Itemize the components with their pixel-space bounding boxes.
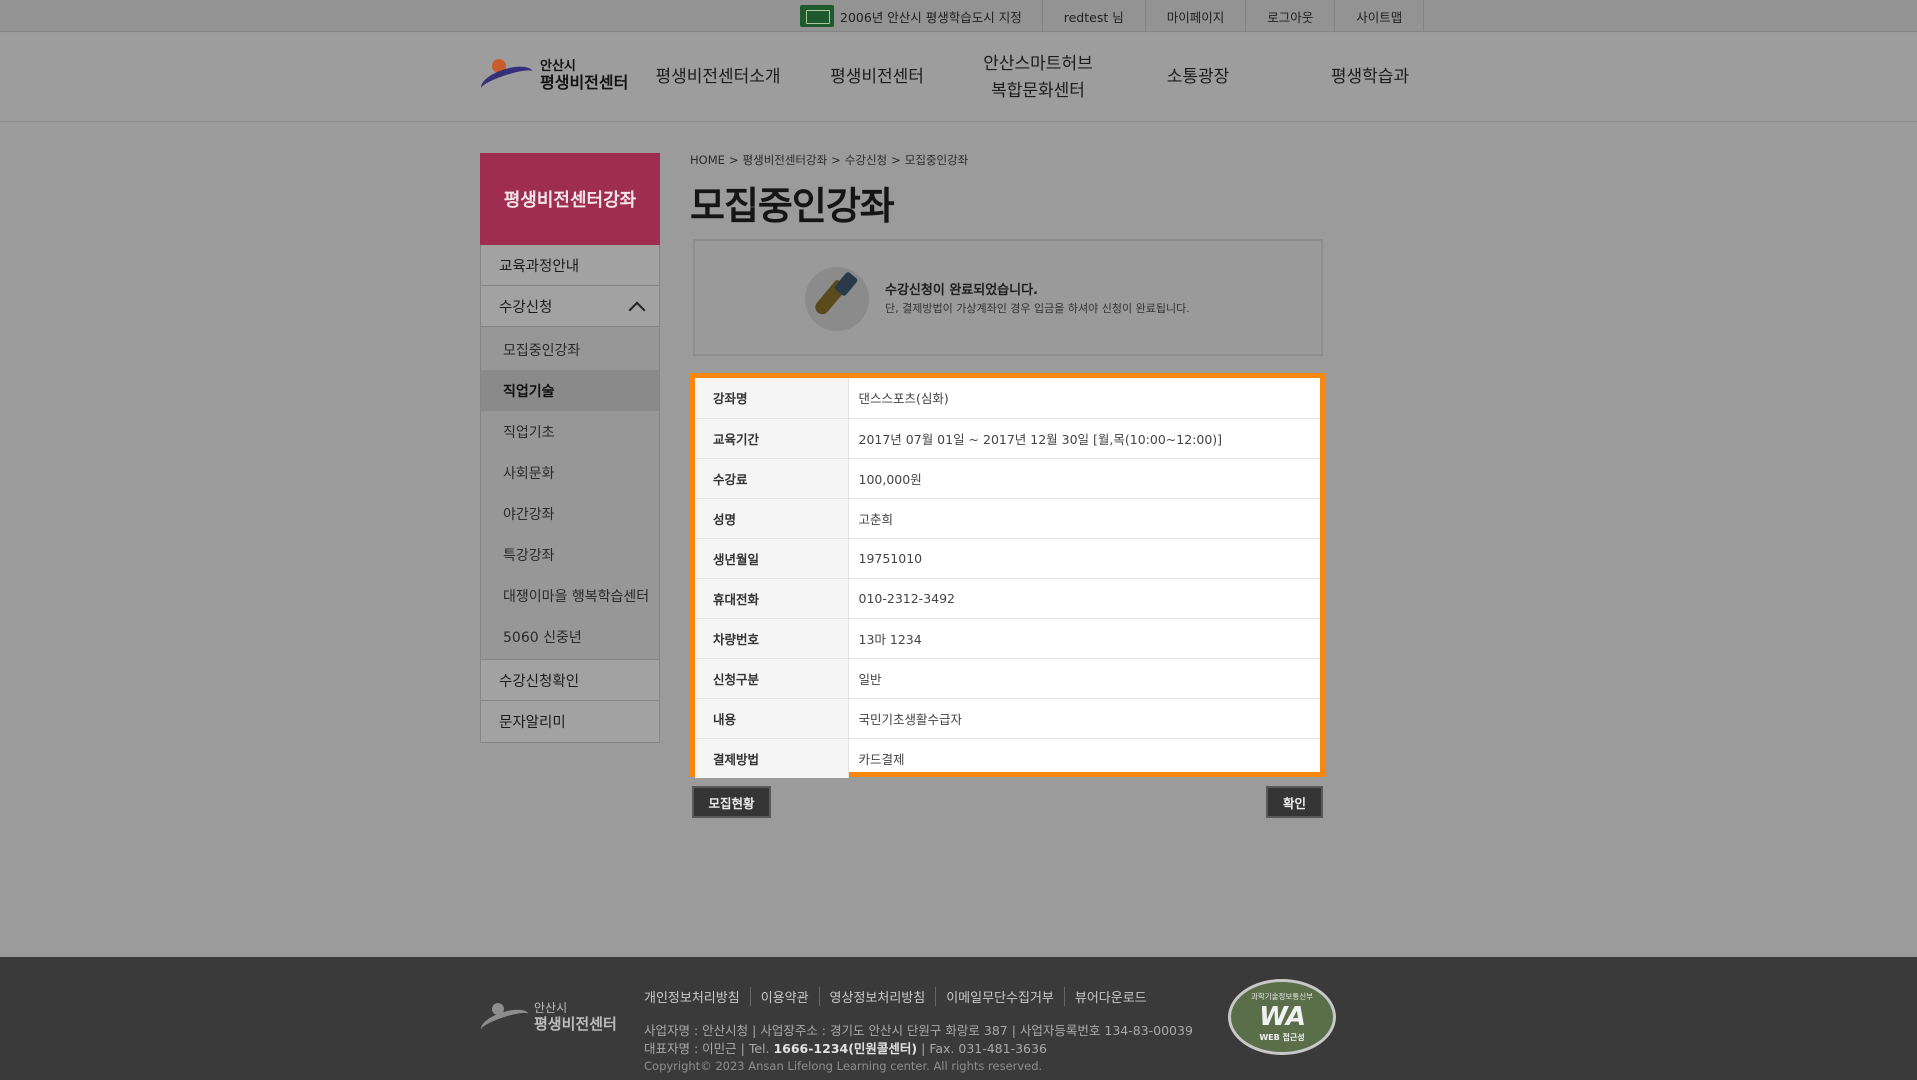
cctv-policy-link[interactable]: 영상정보처리방침 <box>818 987 936 1006</box>
sidebar-sub-recruiting[interactable]: 모집중인강좌 <box>481 329 659 370</box>
learning-city-text: 2006년 안산시 평생학습도시 지정 <box>840 9 1022 25</box>
web-accessibility-mark-icon: 과학기술정보통신부 WA WEB 접근성 <box>1228 979 1336 1055</box>
top-utility-bar: 2006년 안산시 평생학습도시 지정 redtest 님 마이페이지 로그아웃… <box>0 0 1917 32</box>
footer-tel: 1666-1234(민원콜센터) <box>773 1041 918 1057</box>
gnb-smarthub[interactable]: 안산스마트허브 복합문화센터 <box>970 33 1106 122</box>
breadcrumb-current: 모집중인강좌 <box>904 153 969 167</box>
footer-contact: 대표자명 : 이민근 | Tel. 1666-1234(민원콜센터) | Fax… <box>644 1041 1047 1057</box>
sidebar-sub-special[interactable]: 특강강좌 <box>481 534 659 575</box>
gnb-lifelong-dept[interactable]: 평생학습과 <box>1310 33 1430 122</box>
email-refusal-link[interactable]: 이메일무단수집거부 <box>935 987 1064 1006</box>
sidebar-menu: 교육과정안내 수강신청 모집중인강좌 직업기술 직업기초 사회문화 야간강좌 특… <box>480 245 660 743</box>
sidebar-item-label: 수강신청 <box>499 299 553 316</box>
flag-icon <box>800 5 834 27</box>
table-row: 결제방법 카드결제 <box>695 738 1320 778</box>
sidebar-sub-job-basics[interactable]: 직업기초 <box>481 411 659 452</box>
footer-info: 사업자명 : 안산시청 | 사업장주소 : 경기도 안산시 단원구 화랑로 38… <box>644 1022 1193 1075</box>
recruit-status-button[interactable]: 모집현황 <box>692 786 771 818</box>
table-row: 내용 국민기초생활수급자 <box>695 698 1320 738</box>
sidebar-item-registration[interactable]: 수강신청 <box>481 286 659 327</box>
table-row: 휴대전화 010-2312-3492 <box>695 578 1320 618</box>
footer-links: 개인정보처리방침 이용약관 영상정보처리방침 이메일무단수집거부 뷰어다운로드 <box>644 987 1157 1006</box>
footer-logo: 안산시 평생비전센터 <box>478 999 617 1040</box>
learning-city-badge: 2006년 안산시 평생학습도시 지정 <box>800 5 1042 27</box>
user-greeting: redtest 님 <box>1041 0 1145 32</box>
terms-link[interactable]: 이용약관 <box>749 987 819 1006</box>
privacy-policy-link[interactable]: 개인정보처리방침 <box>644 987 750 1006</box>
footer-logo-line1: 안산시 <box>534 1001 568 1016</box>
sidebar-sub-village-center[interactable]: 대쟁이마을 행복학습센터 <box>481 575 659 616</box>
page-title: 모집중인강좌 <box>690 184 895 228</box>
breadcrumb-level2[interactable]: 수강신청 <box>845 152 887 168</box>
table-row: 수강료 100,000원 <box>695 458 1320 498</box>
footer-copyright: Copyright© 2023 Ansan Lifelong Learning … <box>644 1059 1043 1074</box>
notice-title: 수강신청이 완료되었습니다. <box>885 283 1038 298</box>
sidebar-item-course-guide[interactable]: 교육과정안내 <box>481 245 659 286</box>
table-row: 교육기간 2017년 07월 01일 ~ 2017년 12월 30일 [월,목(1… <box>695 418 1320 458</box>
breadcrumb-home[interactable]: HOME <box>690 153 725 167</box>
sidebar-item-sms-alert[interactable]: 문자알리미 <box>481 701 659 742</box>
sidebar-sub-night[interactable]: 야간강좌 <box>481 493 659 534</box>
sidebar-submenu: 모집중인강좌 직업기술 직업기초 사회문화 야간강좌 특강강좌 대쟁이마을 행복… <box>481 327 659 660</box>
logo-line2: 평생비전센터 <box>540 73 629 93</box>
logo-line1: 안산시 <box>540 59 576 75</box>
confirm-button[interactable]: 확인 <box>1266 786 1323 818</box>
pen-icon <box>805 267 869 331</box>
table-row: 신청구분 일반 <box>695 658 1320 698</box>
footer: 안산시 평생비전센터 개인정보처리방침 이용약관 영상정보처리방침 이메일무단수… <box>0 957 1917 1080</box>
table-row: 생년월일 19751010 <box>695 538 1320 578</box>
sidebar-item-registration-check[interactable]: 수강신청확인 <box>481 660 659 701</box>
footer-logo-line2: 평생비전센터 <box>534 1015 617 1034</box>
table-row: 차량번호 13마 1234 <box>695 618 1320 658</box>
viewer-download-link[interactable]: 뷰어다운로드 <box>1063 987 1157 1006</box>
logout-link[interactable]: 로그아웃 <box>1245 0 1334 32</box>
breadcrumb: HOME > 평생비전센터강좌 > 수강신청 > 모집중인강좌 <box>690 152 969 168</box>
mypage-link[interactable]: 마이페이지 <box>1144 0 1246 32</box>
footer-logo-icon <box>478 999 532 1040</box>
completion-notice: 수강신청이 완료되었습니다. 단, 결제방법이 가상계좌인 경우 입금을 하셔야… <box>693 239 1323 356</box>
gnb-center[interactable]: 평생비전센터 <box>815 33 939 122</box>
sidebar-title: 평생비전센터강좌 <box>480 153 660 245</box>
sidebar-sub-job-skills[interactable]: 직업기술 <box>481 370 659 411</box>
sitemap-link[interactable]: 사이트맵 <box>1334 0 1425 32</box>
header: 안산시 평생비전센터 평생비전센터소개 평생비전센터 안산스마트허브 복합문화센… <box>0 33 1917 122</box>
gnb-community[interactable]: 소통광장 <box>1140 33 1256 122</box>
logo-icon <box>477 55 537 99</box>
site-logo[interactable]: 안산시 평생비전센터 <box>477 55 629 99</box>
gnb-intro[interactable]: 평생비전센터소개 <box>650 33 786 122</box>
table-row: 강좌명 댄스스포츠(심화) <box>695 378 1320 418</box>
footer-business-info: 사업자명 : 안산시청 | 사업장주소 : 경기도 안산시 단원구 화랑로 38… <box>644 1023 1193 1038</box>
table-row: 성명 고춘희 <box>695 498 1320 538</box>
chevron-up-icon <box>628 301 646 319</box>
notice-description: 단, 결제방법이 가상계좌인 경우 입금을 하셔야 신청이 완료됩니다. <box>885 302 1190 315</box>
registration-info-table: 강좌명 댄스스포츠(심화) 교육기간 2017년 07월 01일 ~ 2017년 1… <box>690 373 1325 778</box>
sidebar-sub-social-culture[interactable]: 사회문화 <box>481 452 659 493</box>
breadcrumb-level1[interactable]: 평생비전센터강좌 <box>743 152 828 168</box>
sidebar-sub-5060[interactable]: 5060 신중년 <box>481 616 659 657</box>
